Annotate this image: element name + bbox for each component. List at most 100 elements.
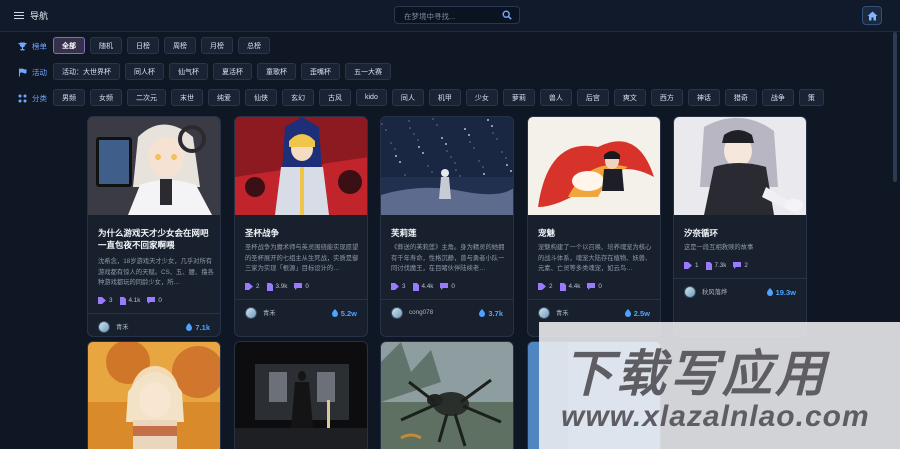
- category-chip[interactable]: kido: [356, 89, 387, 106]
- category-filter-row: 分类 男频 女频 二次元 末世 纯爱 仙侠 玄幻 古风 kido 同人 机甲 少女 萝莉 兽人 后宫 爽文 西方…: [0, 89, 900, 107]
- category-chip[interactable]: 同人: [391, 89, 424, 106]
- card-title[interactable]: 宠魅: [538, 227, 654, 239]
- nav-menu[interactable]: 导航: [14, 9, 48, 22]
- event-filter-row: 活动 活动：大世界杯 同人杯 仙气杯 夏活杯 童歌杯 歪嘴杯 五一大赛: [0, 63, 900, 81]
- card-title[interactable]: 圣杯战争: [245, 227, 361, 239]
- card-title[interactable]: 为什么游戏天才少女会在网吧一直包夜不回家啊喂: [98, 227, 214, 251]
- rank-chip[interactable]: 日榜: [127, 37, 159, 54]
- heat-score: 19.3w: [766, 288, 796, 297]
- category-chip[interactable]: 末世: [171, 89, 203, 106]
- tag-icon: [684, 262, 692, 269]
- story-card-row2-3[interactable]: [380, 341, 514, 449]
- avatar: [538, 306, 550, 319]
- card-stats: 1 7.3k 2: [684, 261, 748, 270]
- category-chip[interactable]: 仙侠: [245, 89, 277, 106]
- avatar: [245, 306, 257, 319]
- like-count: 0: [294, 283, 309, 290]
- search-input[interactable]: 在梦境中寻找...: [394, 6, 520, 24]
- story-card[interactable]: 芙莉莲 《葬送的芙莉莲》主角。身为精灵的她拥有千年寿命，性格沉静，曾与勇者小队一…: [380, 116, 514, 337]
- event-chip[interactable]: 同人杯: [125, 63, 164, 80]
- category-chip[interactable]: 猎奇: [724, 89, 757, 106]
- card-author[interactable]: 青禾: [98, 320, 129, 333]
- category-chip[interactable]: 女频: [90, 89, 122, 106]
- flame-icon: [624, 309, 631, 317]
- card-author[interactable]: cong078: [391, 306, 433, 319]
- event-chip[interactable]: 活动：大世界杯: [53, 63, 120, 80]
- rank-chip[interactable]: 随机: [90, 37, 122, 54]
- home-button[interactable]: [862, 6, 882, 25]
- event-chips: 活动：大世界杯 同人杯 仙气杯 夏活杯 童歌杯 歪嘴杯 五一大赛: [53, 63, 391, 80]
- chat-icon: [587, 283, 596, 290]
- story-card[interactable]: 宠魅 宠魅构建了一个以召唤、培养魂宠为核心的战斗体系，魂宠大陆存在植物、妖兽、元…: [527, 116, 661, 337]
- event-chip[interactable]: 童歌杯: [257, 63, 296, 80]
- word-count: 4.4k: [559, 282, 580, 291]
- card-description: 这是一段互相救赎的故事: [684, 244, 754, 251]
- category-chip[interactable]: 神话: [687, 89, 720, 106]
- card-stats: 3 4.1k 0: [98, 296, 162, 305]
- rank-chip[interactable]: 全部: [53, 37, 85, 54]
- story-card-row2-1[interactable]: [87, 341, 221, 449]
- home-icon: [867, 11, 878, 21]
- category-chip[interactable]: 爽文: [613, 89, 646, 106]
- card-cover-image: [381, 117, 513, 215]
- avatar: [684, 285, 696, 298]
- chapter-count: 3: [98, 297, 113, 304]
- card-description: 沈希念，18岁游戏天才少女，几乎对所有游戏都有惊人的天赋。CS、五、腰、撸各种游…: [98, 258, 214, 286]
- category-label: 分类: [18, 93, 47, 104]
- chat-icon: [147, 297, 156, 304]
- like-count: 2: [733, 262, 748, 269]
- event-chip[interactable]: 五一大赛: [345, 63, 391, 80]
- chapter-count: 1: [684, 262, 699, 269]
- category-chip[interactable]: 男频: [53, 89, 85, 106]
- scrollbar[interactable]: [893, 32, 897, 182]
- story-card[interactable]: 圣杯战争 圣杯战争为魔术师与英灵围绕能实现愿望的圣杯展开的七组主从生死战，实质是…: [234, 116, 368, 337]
- document-icon: [119, 296, 126, 305]
- card-author[interactable]: 青禾: [538, 306, 569, 319]
- chat-icon: [294, 283, 303, 290]
- story-card[interactable]: 为什么游戏天才少女会在网吧一直包夜不回家啊喂 沈希念，18岁游戏天才少女，几乎对…: [87, 116, 221, 337]
- flame-icon: [331, 309, 338, 317]
- event-chip[interactable]: 仙气杯: [169, 63, 208, 80]
- top-bar: 导航 在梦境中寻找...: [0, 0, 900, 32]
- category-chip[interactable]: 机甲: [428, 89, 461, 106]
- category-chip[interactable]: 西方: [650, 89, 683, 106]
- word-count: 4.1k: [119, 296, 140, 305]
- rank-chip[interactable]: 总榜: [238, 37, 270, 54]
- category-chips: 男频 女频 二次元 末世 纯爱 仙侠 玄幻 古风 kido 同人 机甲 少女 萝莉 兽人 后宫 爽文 西方 神话猎…: [53, 89, 824, 106]
- category-chip[interactable]: 战争: [761, 89, 794, 106]
- category-chip[interactable]: 策: [798, 89, 824, 106]
- category-chip[interactable]: 兽人: [539, 89, 572, 106]
- card-stats: 2 3.9k 0: [245, 282, 309, 291]
- document-icon: [412, 282, 419, 291]
- category-chip[interactable]: 二次元: [127, 89, 166, 106]
- card-cover-image: [88, 342, 220, 449]
- word-count: 3.9k: [266, 282, 287, 291]
- category-chip[interactable]: 少女: [465, 89, 498, 106]
- category-chip[interactable]: 纯爱: [208, 89, 240, 106]
- author-name: 青禾: [116, 324, 129, 331]
- category-chip[interactable]: 玄幻: [282, 89, 314, 106]
- category-chip[interactable]: 古风: [319, 89, 351, 106]
- story-card[interactable]: 汐奈循环 这是一段互相救赎的故事 1 7.3k 2 秋风落烨 19.3w: [673, 116, 807, 337]
- card-cover-image: [381, 342, 513, 449]
- menu-icon: [14, 11, 24, 20]
- word-count: 4.4k: [412, 282, 433, 291]
- rank-chip[interactable]: 月榜: [201, 37, 233, 54]
- author-name: 秋风落烨: [702, 289, 728, 296]
- category-chip[interactable]: 后宫: [576, 89, 609, 106]
- card-stats: 2 4.4k 0: [538, 282, 602, 291]
- rank-chip[interactable]: 周榜: [164, 37, 196, 54]
- card-title[interactable]: 芙莉莲: [391, 227, 507, 239]
- heat-score: 2.5w: [624, 309, 650, 318]
- card-title[interactable]: 汐奈循环: [684, 227, 800, 239]
- search-placeholder: 在梦境中寻找...: [404, 12, 456, 21]
- category-chip[interactable]: 萝莉: [502, 89, 535, 106]
- card-author[interactable]: 秋风落烨: [684, 285, 728, 298]
- tag-icon: [391, 283, 399, 290]
- event-chip[interactable]: 夏活杯: [213, 63, 252, 80]
- heat-score: 3.7k: [479, 309, 503, 318]
- search-icon[interactable]: [502, 10, 512, 20]
- event-chip[interactable]: 歪嘴杯: [301, 63, 340, 80]
- card-author[interactable]: 青禾: [245, 306, 276, 319]
- story-card-row2-2[interactable]: [234, 341, 368, 449]
